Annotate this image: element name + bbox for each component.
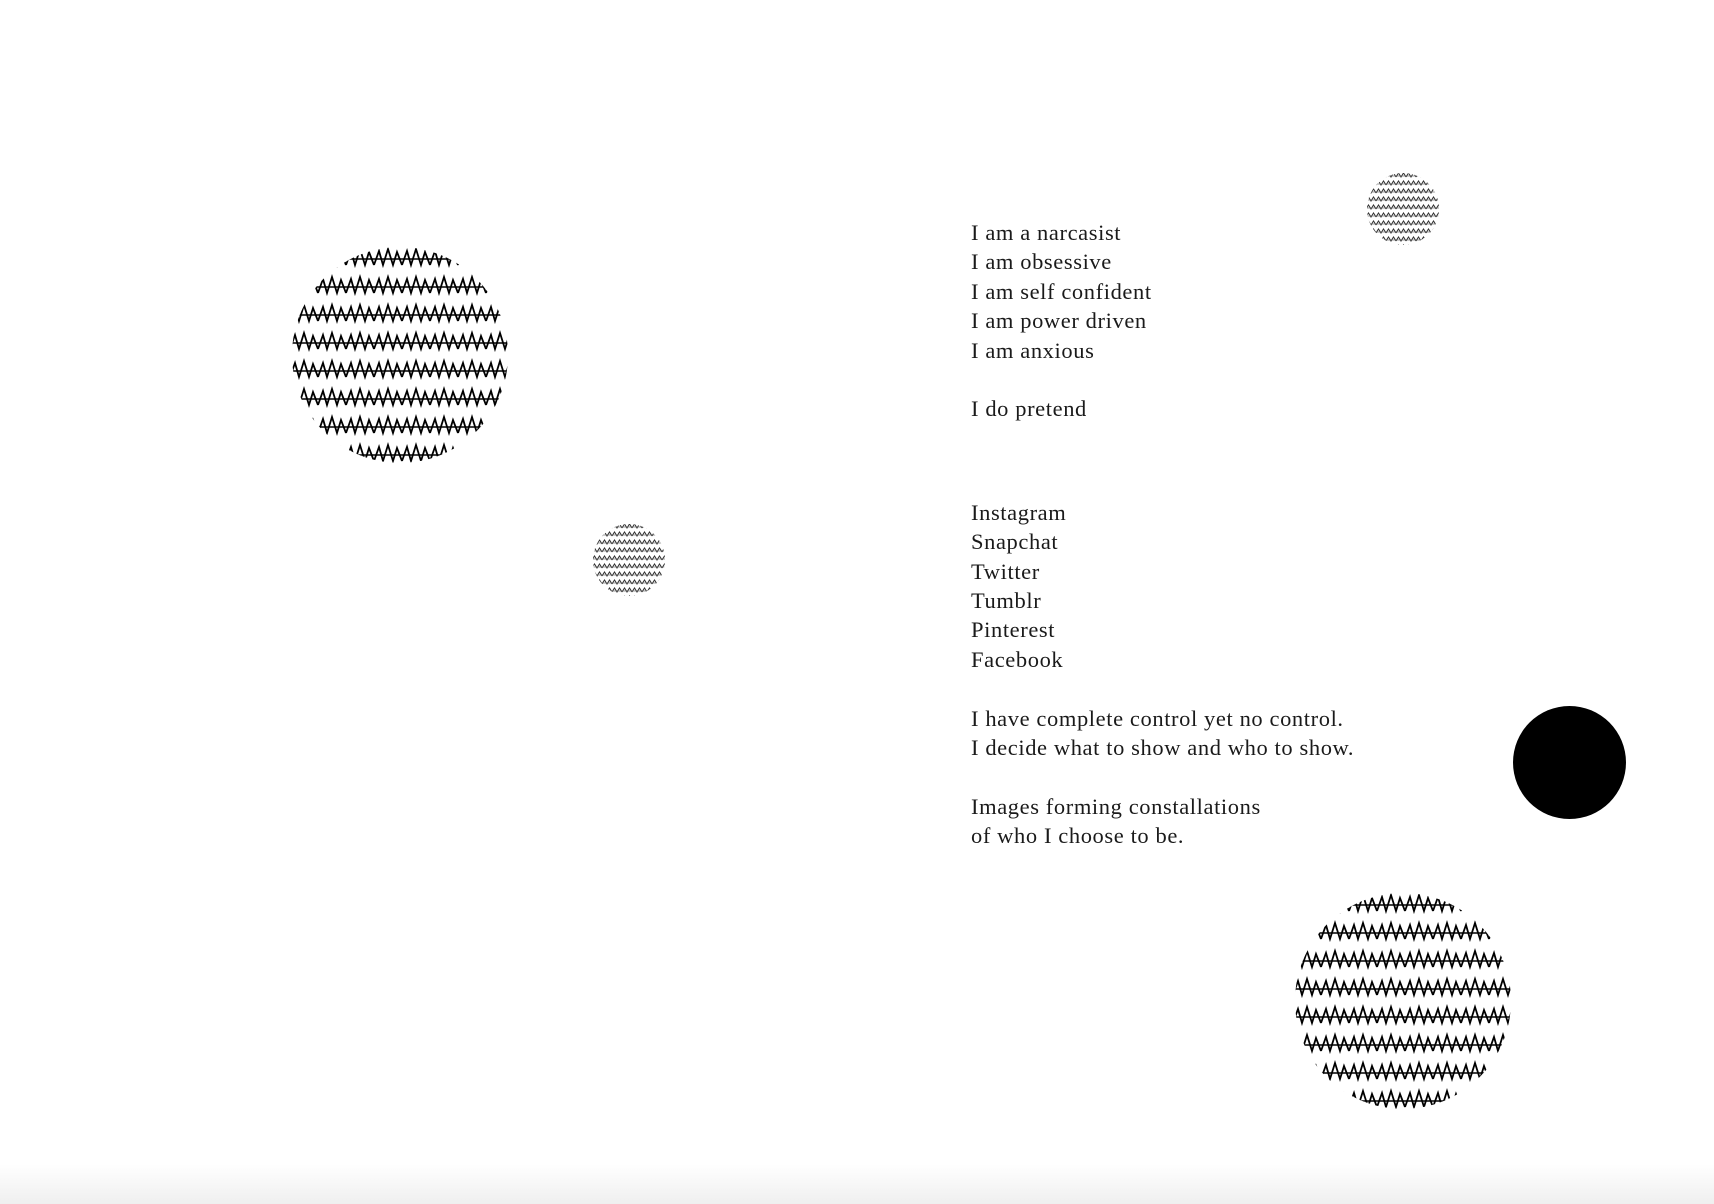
- poem-line: I am a narcasist: [971, 220, 1122, 245]
- poem-line: I decide what to show and who to show.: [971, 735, 1355, 761]
- page: I am a narcasist I am obsessive I am sel…: [0, 0, 1714, 1204]
- poem-line: Images forming constallations: [971, 793, 1261, 819]
- bottom-shadow: [0, 1164, 1714, 1204]
- zigzag-circle-small-left: [592, 523, 666, 597]
- poem-line: Facebook: [971, 646, 1064, 672]
- zigzag-pattern-graphic: [292, 247, 508, 463]
- zigzag-circle-large-left: [290, 245, 510, 465]
- stanza-social-networks: Instagram Snapchat Twitter Tumblr Pinter…: [971, 498, 1531, 674]
- poem-line: Pinterest: [971, 617, 1056, 643]
- poem-line: Snapchat: [971, 529, 1059, 555]
- poem-line: I do pretend: [971, 396, 1087, 422]
- poem-line: Twitter: [971, 558, 1040, 584]
- poem-line: I am anxious: [971, 337, 1095, 363]
- stanza-control: I have complete control yet no control. …: [971, 704, 1531, 763]
- poem-line: I am self confident: [971, 278, 1152, 304]
- poem-line: of who I choose to be.: [971, 823, 1185, 849]
- stanza-constellations: Images forming constallations of who I c…: [971, 792, 1531, 851]
- poem-line: Tumblr: [971, 588, 1042, 614]
- stanza-self-description: I am a narcasist I am obsessive I am sel…: [971, 218, 1531, 365]
- poem-line: I am power driven: [971, 308, 1147, 334]
- poem: I am a narcasist I am obsessive I am sel…: [971, 218, 1531, 851]
- poem-line: I am obsessive: [971, 249, 1112, 275]
- poem-line: Instagram: [971, 499, 1067, 525]
- fine-zigzag-pattern-graphic: [593, 524, 665, 596]
- zigzag-pattern-graphic: [1295, 893, 1511, 1109]
- stanza-pretend: I do pretend: [971, 394, 1531, 423]
- zigzag-circle-large-bottom-right: [1293, 891, 1513, 1111]
- poem-line: I have complete control yet no control.: [971, 705, 1344, 731]
